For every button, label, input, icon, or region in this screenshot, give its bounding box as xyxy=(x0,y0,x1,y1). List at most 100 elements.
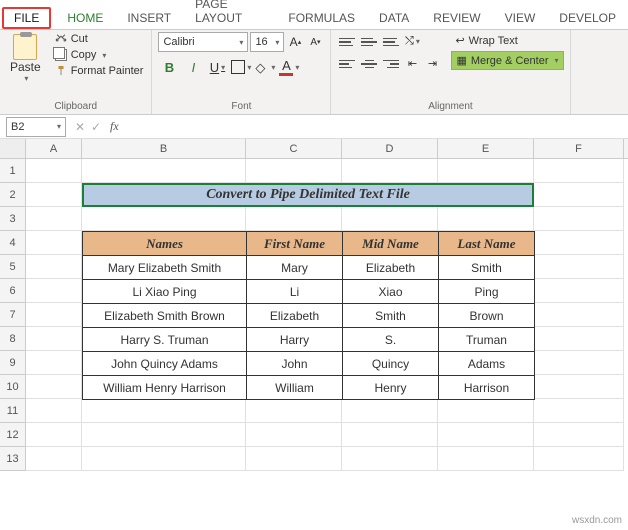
sheet-grid[interactable]: A B C D E F 1 2 3 4 5 6 7 8 9 10 11 12 1… xyxy=(0,139,628,471)
col-header-D[interactable]: D xyxy=(342,139,438,158)
font-size-dropdown[interactable]: 16 ▾ xyxy=(250,32,284,52)
header-last[interactable]: Last Name xyxy=(439,232,535,256)
select-all-corner[interactable] xyxy=(0,139,26,158)
cell[interactable]: Li Xiao Ping xyxy=(83,280,247,304)
row-header-2[interactable]: 2 xyxy=(0,183,26,207)
cell[interactable]: Mary Elizabeth Smith xyxy=(83,256,247,280)
data-table: Names First Name Mid Name Last Name Mary… xyxy=(82,231,535,400)
tab-file[interactable]: FILE xyxy=(2,7,51,29)
row-header-11[interactable]: 11 xyxy=(0,399,26,423)
row-header-10[interactable]: 10 xyxy=(0,375,26,399)
row-header-13[interactable]: 13 xyxy=(0,447,26,471)
row-header-9[interactable]: 9 xyxy=(0,351,26,375)
orientation-button[interactable]: ⤭▾ xyxy=(403,32,421,50)
formula-input[interactable] xyxy=(125,117,628,137)
cell[interactable]: Ping xyxy=(439,280,535,304)
table-row: John Quincy Adams John Quincy Adams xyxy=(83,352,535,376)
align-top-button[interactable] xyxy=(337,32,357,52)
tab-home[interactable]: HOME xyxy=(55,7,115,29)
cell[interactable]: Elizabeth Smith Brown xyxy=(83,304,247,328)
formula-bar: B2 ▾ ✕ ✓ fx xyxy=(0,115,628,139)
italic-button[interactable]: I xyxy=(182,56,204,78)
cell[interactable]: Harrison xyxy=(439,376,535,400)
cell[interactable]: Elizabeth xyxy=(247,304,343,328)
cell[interactable]: S. xyxy=(343,328,439,352)
tab-develop[interactable]: DEVELOP xyxy=(547,7,628,29)
col-header-F[interactable]: F xyxy=(534,139,624,158)
border-button[interactable]: ▾ xyxy=(230,56,252,78)
row-header-4[interactable]: 4 xyxy=(0,231,26,255)
cell[interactable]: William Henry Harrison xyxy=(83,376,247,400)
copy-icon xyxy=(55,49,67,61)
fx-cancel-button[interactable]: ✕ xyxy=(72,120,88,134)
font-name-dropdown[interactable]: Calibri ▾ xyxy=(158,32,248,52)
cell[interactable]: Mary xyxy=(247,256,343,280)
increase-font-button[interactable]: A▴ xyxy=(286,33,304,51)
wrap-text-button[interactable]: ↩ Wrap Text xyxy=(451,32,563,49)
cell[interactable]: Harry S. Truman xyxy=(83,328,247,352)
cell[interactable]: Smith xyxy=(439,256,535,280)
bold-button[interactable]: B xyxy=(158,56,180,78)
cell[interactable]: Xiao xyxy=(343,280,439,304)
align-bottom-button[interactable] xyxy=(381,32,401,52)
row-header-1[interactable]: 1 xyxy=(0,159,26,183)
decrease-font-button[interactable]: A▾ xyxy=(306,33,324,51)
tab-page-layout[interactable]: PAGE LAYOUT xyxy=(183,0,276,29)
table-header-row: Names First Name Mid Name Last Name xyxy=(83,232,535,256)
header-mid[interactable]: Mid Name xyxy=(343,232,439,256)
merge-center-button[interactable]: ▦ Merge & Center ▾ xyxy=(451,51,563,70)
format-painter-button[interactable]: Format Painter xyxy=(53,64,146,78)
underline-button[interactable]: U▾ xyxy=(206,56,228,78)
cell[interactable]: John Quincy Adams xyxy=(83,352,247,376)
tab-data[interactable]: DATA xyxy=(367,7,421,29)
cell[interactable]: Harry xyxy=(247,328,343,352)
align-middle-button[interactable] xyxy=(359,32,379,52)
row-header-12[interactable]: 12 xyxy=(0,423,26,447)
cell[interactable]: Brown xyxy=(439,304,535,328)
align-center-button[interactable] xyxy=(359,54,379,74)
cell[interactable]: Li xyxy=(247,280,343,304)
fx-ok-button[interactable]: ✓ xyxy=(88,120,104,134)
chevron-down-icon: ▾ xyxy=(102,51,106,60)
cell[interactable]: Smith xyxy=(343,304,439,328)
font-color-icon: A xyxy=(279,58,293,76)
cell[interactable]: Truman xyxy=(439,328,535,352)
row-header-3[interactable]: 3 xyxy=(0,207,26,231)
cell[interactable]: Quincy xyxy=(343,352,439,376)
col-header-A[interactable]: A xyxy=(26,139,82,158)
align-left-button[interactable] xyxy=(337,54,357,74)
col-header-C[interactable]: C xyxy=(246,139,342,158)
paste-button[interactable]: Paste ▾ xyxy=(6,32,45,85)
tab-view[interactable]: VIEW xyxy=(493,7,548,29)
decrease-indent-button[interactable]: ⇤ xyxy=(403,54,421,72)
name-box[interactable]: B2 ▾ xyxy=(6,117,66,137)
cells-area[interactable]: Convert to Pipe Delimited Text File Name… xyxy=(26,159,624,471)
cell[interactable]: William xyxy=(247,376,343,400)
row-header-6[interactable]: 6 xyxy=(0,279,26,303)
font-color-button[interactable]: A▾ xyxy=(278,56,300,78)
row-header-7[interactable]: 7 xyxy=(0,303,26,327)
increase-indent-button[interactable]: ⇥ xyxy=(423,54,441,72)
cell[interactable]: Elizabeth xyxy=(343,256,439,280)
fx-icon[interactable]: fx xyxy=(104,119,125,134)
row-header-8[interactable]: 8 xyxy=(0,327,26,351)
align-right-button[interactable] xyxy=(381,54,401,74)
table-row: Harry S. Truman Harry S. Truman xyxy=(83,328,535,352)
copy-button[interactable]: Copy ▾ xyxy=(53,48,146,62)
cut-button[interactable]: Cut xyxy=(53,32,146,46)
fill-color-button[interactable]: ◇▾ xyxy=(254,56,276,78)
header-first[interactable]: First Name xyxy=(247,232,343,256)
border-icon xyxy=(231,60,245,74)
row-header-5[interactable]: 5 xyxy=(0,255,26,279)
chevron-down-icon: ▾ xyxy=(275,38,279,47)
title-cell[interactable]: Convert to Pipe Delimited Text File xyxy=(82,183,534,207)
tab-review[interactable]: REVIEW xyxy=(421,7,492,29)
header-names[interactable]: Names xyxy=(83,232,247,256)
cell[interactable]: Adams xyxy=(439,352,535,376)
tab-insert[interactable]: INSERT xyxy=(115,7,183,29)
tab-formulas[interactable]: FORMULAS xyxy=(276,7,367,29)
cell[interactable]: John xyxy=(247,352,343,376)
col-header-E[interactable]: E xyxy=(438,139,534,158)
col-header-B[interactable]: B xyxy=(82,139,246,158)
cell[interactable]: Henry xyxy=(343,376,439,400)
